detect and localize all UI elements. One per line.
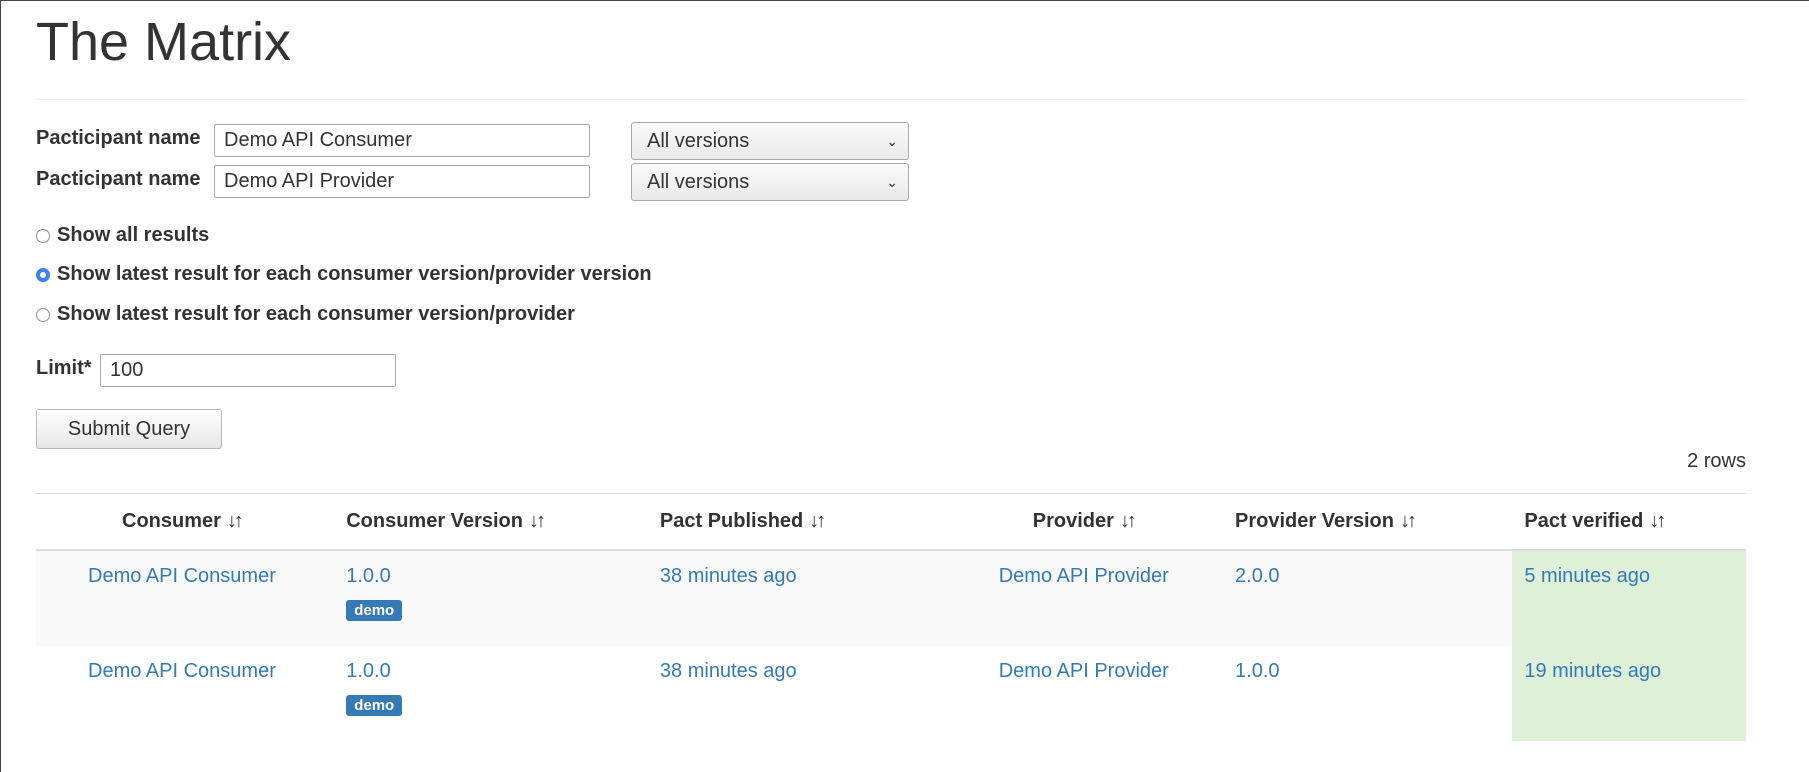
pact-published-link[interactable]: 38 minutes ago bbox=[660, 660, 797, 683]
chevron-down-icon: ⌄ bbox=[886, 133, 898, 149]
sort-arrows-icon[interactable]: ↓↑ bbox=[227, 510, 244, 532]
participant-1-version-select[interactable]: All versions ⌄ bbox=[631, 122, 909, 160]
cell-provider-version: 2.0.0 bbox=[1223, 550, 1513, 646]
provider-version-link[interactable]: 2.0.0 bbox=[1235, 565, 1279, 588]
tag-badge[interactable]: demo bbox=[346, 600, 403, 621]
cell-consumer: Demo API Consumer bbox=[36, 550, 333, 646]
participant-1-input[interactable]: Demo API Consumer bbox=[214, 124, 590, 157]
pact-published-link[interactable]: 38 minutes ago bbox=[660, 565, 797, 588]
provider-link[interactable]: Demo API Provider bbox=[999, 565, 1169, 588]
page-container: The Matrix Pacticipant name Demo API Con… bbox=[36, 1, 1746, 741]
participant-1-label: Pacticipant name bbox=[36, 127, 201, 149]
cell-consumer-version: 1.0.0 demo bbox=[332, 646, 646, 741]
radio-latest-per-version[interactable]: Show latest result for each consumer ver… bbox=[36, 263, 652, 286]
participant-2-version-value: All versions bbox=[647, 171, 750, 193]
sort-arrows-icon[interactable]: ↓↑ bbox=[809, 510, 826, 532]
consumer-version-link[interactable]: 1.0.0 bbox=[346, 565, 390, 588]
consumer-link[interactable]: Demo API Consumer bbox=[88, 565, 276, 588]
table-row: Demo API Consumer 1.0.0 demo 38 minutes … bbox=[36, 646, 1746, 741]
cell-pact-published: 38 minutes ago bbox=[645, 550, 949, 646]
participant-1-version-value: All versions bbox=[647, 130, 750, 152]
sort-arrows-icon[interactable]: ↓↑ bbox=[1400, 510, 1417, 532]
column-header-consumer[interactable]: Consumer ↓↑ bbox=[36, 493, 333, 551]
limit-input[interactable]: 100 bbox=[100, 354, 396, 387]
chevron-down-icon: ⌄ bbox=[886, 174, 898, 190]
column-header-pact-published[interactable]: Pact Published ↓↑ bbox=[645, 493, 949, 551]
column-header-provider-version[interactable]: Provider Version ↓↑ bbox=[1223, 493, 1513, 551]
cell-pact-published: 38 minutes ago bbox=[646, 646, 949, 741]
radio-show-all[interactable]: Show all results bbox=[36, 224, 209, 247]
column-header-consumer-version[interactable]: Consumer Version ↓↑ bbox=[332, 493, 646, 551]
table-header-row: Consumer ↓↑ Consumer Version ↓↑ Pact Publi… bbox=[36, 493, 1746, 551]
pact-verified-link[interactable]: 5 minutes ago bbox=[1524, 565, 1650, 588]
participant-2-input[interactable]: Demo API Provider bbox=[214, 165, 590, 198]
row-count: 2 rows bbox=[1687, 450, 1746, 472]
participant-2-version-select[interactable]: All versions ⌄ bbox=[631, 163, 909, 201]
column-header-pact-verified[interactable]: Pact verified ↓↑ bbox=[1512, 493, 1746, 551]
radio-latest-per-provider[interactable]: Show latest result for each consumer ver… bbox=[36, 303, 575, 326]
cell-provider: Demo API Provider bbox=[949, 646, 1223, 741]
participant-1-row: Pacticipant name bbox=[36, 127, 201, 150]
tag-badge[interactable]: demo bbox=[346, 695, 403, 716]
pact-verified-link[interactable]: 19 minutes ago bbox=[1524, 660, 1661, 683]
sort-arrows-icon[interactable]: ↓↑ bbox=[1120, 510, 1137, 532]
column-header-provider[interactable]: Provider ↓↑ bbox=[948, 493, 1224, 551]
title-divider bbox=[36, 99, 1746, 100]
participant-2-label: Pacticipant name bbox=[36, 168, 201, 190]
limit-label: Limit* bbox=[36, 357, 92, 379]
radio-label: Show latest result for each consumer ver… bbox=[57, 263, 652, 285]
cell-pact-verified: 19 minutes ago bbox=[1512, 646, 1746, 741]
sort-arrows-icon[interactable]: ↓↑ bbox=[1649, 510, 1666, 532]
cell-provider: Demo API Provider bbox=[948, 550, 1224, 646]
participant-2-row: Pacticipant name bbox=[36, 168, 201, 191]
cell-consumer: Demo API Consumer bbox=[36, 646, 332, 741]
matrix-table: Consumer ↓↑ Consumer Version ↓↑ Pact Publi… bbox=[36, 493, 1746, 741]
radio-label: Show latest result for each consumer ver… bbox=[57, 303, 575, 325]
sort-arrows-icon[interactable]: ↓↑ bbox=[529, 510, 546, 532]
consumer-version-link[interactable]: 1.0.0 bbox=[346, 660, 390, 683]
cell-pact-verified: 5 minutes ago bbox=[1512, 550, 1746, 646]
provider-link[interactable]: Demo API Provider bbox=[999, 660, 1169, 683]
submit-query-button[interactable]: Submit Query bbox=[36, 409, 222, 449]
cell-provider-version: 1.0.0 bbox=[1223, 646, 1512, 741]
radio-button[interactable] bbox=[36, 228, 50, 243]
radio-button[interactable] bbox=[36, 307, 50, 322]
limit-row: Limit* bbox=[36, 357, 92, 380]
page-title: The Matrix bbox=[36, 12, 292, 72]
consumer-link[interactable]: Demo API Consumer bbox=[88, 660, 276, 683]
cell-consumer-version: 1.0.0 demo bbox=[332, 550, 646, 646]
table-row: Demo API Consumer 1.0.0 demo 38 minutes … bbox=[36, 550, 1746, 646]
radio-label: Show all results bbox=[57, 224, 210, 246]
radio-button[interactable] bbox=[36, 267, 50, 282]
provider-version-link[interactable]: 1.0.0 bbox=[1235, 660, 1279, 683]
